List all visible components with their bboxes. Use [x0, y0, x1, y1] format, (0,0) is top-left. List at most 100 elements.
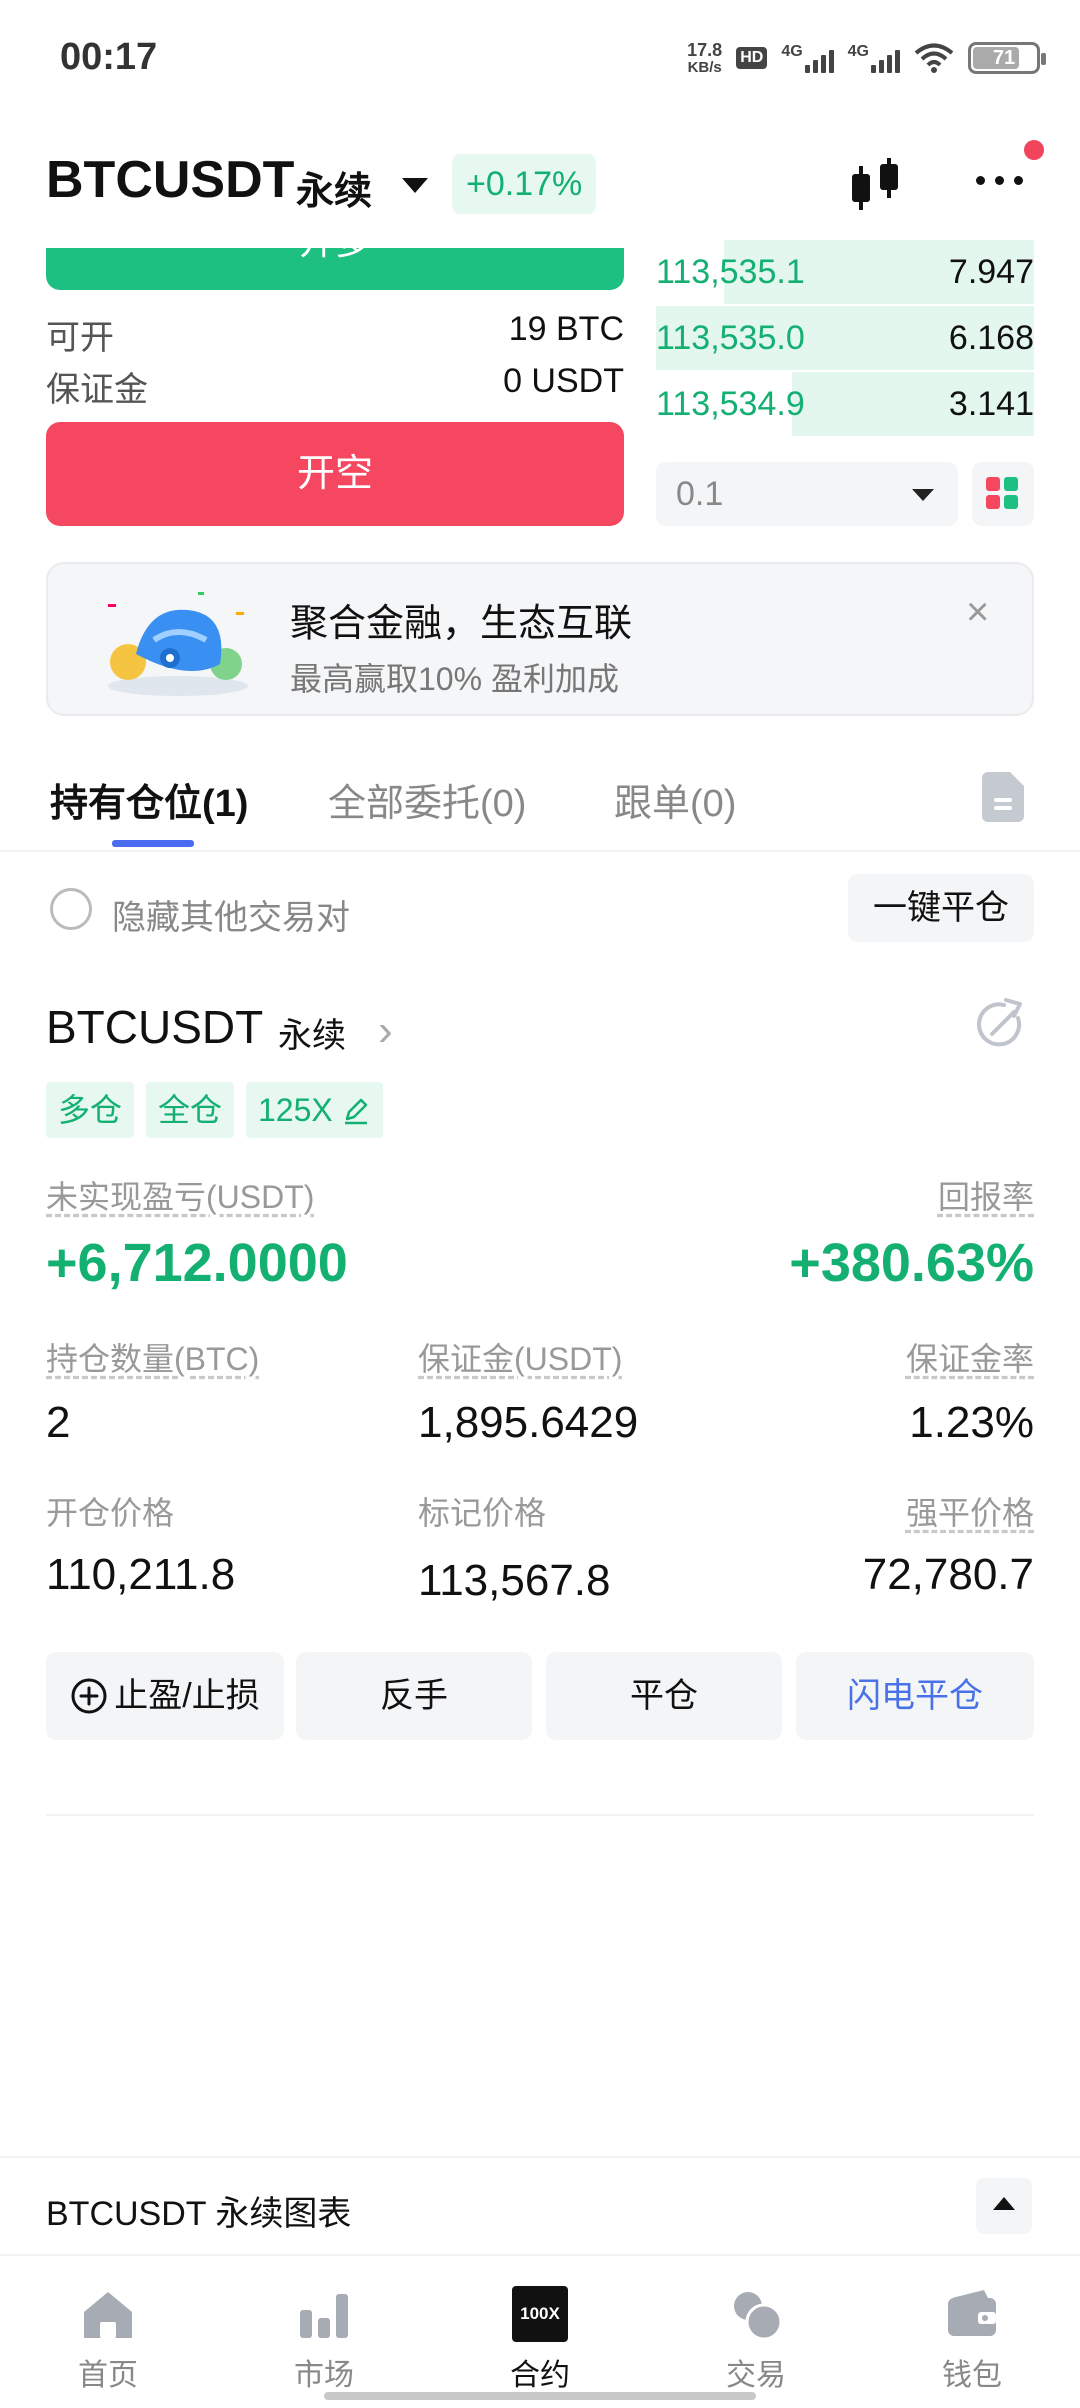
entry-price-label: 开仓价格 [46, 1495, 175, 1531]
promo-banner[interactable]: 聚合金融，生态互联 最高赢取10% 盈利加成 × [46, 562, 1034, 716]
hide-others-checkbox[interactable] [50, 888, 92, 930]
orderbook-price: 113,535.0 [656, 318, 805, 357]
home-icon [84, 2292, 132, 2338]
margin-label: 保证金 [46, 371, 148, 409]
margin-ratio-label[interactable]: 保证金率 [906, 1334, 1034, 1380]
chart-panel-title: BTCUSDT 永续图表 [46, 2195, 352, 2233]
chevron-down-icon [912, 489, 934, 501]
signal-2-icon: 4G [848, 43, 900, 73]
edit-icon [344, 1098, 367, 1125]
orderbook-qty: 3.141 [948, 384, 1034, 423]
position-pair[interactable]: BTCUSDT [46, 1000, 263, 1054]
document-icon[interactable] [982, 772, 1024, 822]
quantity-select[interactable]: 0.1 [656, 462, 958, 526]
tab-orders[interactable]: 全部委托(0) [328, 772, 526, 827]
share-icon[interactable] [974, 998, 1028, 1052]
tag-cross: 全仓 [146, 1082, 235, 1138]
leverage-value: 125X [258, 1092, 333, 1128]
close-icon[interactable]: × [966, 590, 989, 635]
contract-type[interactable]: 永续 [296, 160, 372, 215]
hd-icon: HD [736, 47, 768, 69]
open-long-button[interactable]: 开多 [46, 248, 624, 290]
orderbook-price: 113,535.1 [656, 252, 805, 291]
orderbook-layout-icon[interactable] [972, 462, 1034, 526]
open-short-button[interactable]: 开空 [46, 422, 624, 526]
nav-market[interactable]: 市场 [216, 2258, 432, 2408]
futures-badge: 100X [520, 2304, 560, 2323]
net-speed: 17.8 KB/s [687, 40, 722, 76]
orderbook-price: 113,534.9 [656, 384, 805, 423]
nav-market-label: 市场 [294, 2359, 354, 2392]
orderbook-row[interactable]: 113,535.1 7.947 [656, 240, 1034, 304]
banner-title: 聚合金融，生态互联 [290, 603, 633, 645]
nav-wallet[interactable]: 钱包 [864, 2258, 1080, 2408]
roe-value: +380.63% [789, 1233, 1034, 1293]
orderbook-qty: 7.947 [948, 252, 1034, 291]
promo-illustration-icon [108, 592, 248, 696]
battery-level: 71 [992, 46, 1016, 69]
available-value: 19 BTC [508, 310, 624, 348]
mark-price-value: 113,567.8 [418, 1556, 611, 1605]
candlestick-icon[interactable] [846, 156, 906, 216]
nav-home-label: 首页 [78, 2359, 138, 2392]
hide-others-label[interactable]: 隐藏其他交易对 [112, 890, 350, 939]
add-circle-icon [71, 1678, 107, 1714]
orderbook-row[interactable]: 113,535.0 6.168 [656, 306, 1034, 370]
position-size-label[interactable]: 持仓数量(BTC) [46, 1334, 259, 1380]
position-margin-value: 1,895.6429 [418, 1398, 639, 1447]
orderbook-row[interactable]: 113,534.9 3.141 [656, 372, 1034, 436]
mark-price-label: 标记价格 [418, 1495, 547, 1531]
divider [46, 1814, 1034, 1816]
battery-icon: 71 [968, 42, 1046, 74]
trade-icon [734, 2292, 783, 2341]
price-change-badge: +0.17% [452, 154, 597, 214]
chart-panel-bar[interactable]: BTCUSDT 永续图表 [0, 2156, 1080, 2256]
nav-home[interactable]: 首页 [0, 2258, 216, 2408]
active-tab-indicator [112, 840, 194, 847]
market-icon [300, 2294, 348, 2338]
banner-subtitle: 最高赢取10% 盈利加成 [290, 661, 619, 697]
position-margin-label[interactable]: 保证金(USDT) [418, 1334, 622, 1380]
more-icon[interactable] [976, 176, 1023, 185]
bottom-nav: 首页 市场 100X 合约 交易 钱包 [0, 2258, 1080, 2408]
chevron-right-icon[interactable]: › [378, 1006, 393, 1056]
liquidation-price-value: 72,780.7 [862, 1550, 1034, 1599]
nav-trade[interactable]: 交易 [648, 2258, 864, 2408]
wallet-icon [948, 2290, 996, 2336]
flash-close-button[interactable]: 闪电平仓 [796, 1652, 1034, 1740]
unrealized-pnl-value: +6,712.0000 [46, 1233, 348, 1293]
quantity-select-value: 0.1 [676, 475, 724, 513]
wifi-icon [914, 43, 954, 73]
tp-sl-button[interactable]: 止盈/止损 [46, 1652, 284, 1740]
orderbook-qty: 6.168 [948, 318, 1034, 357]
tag-long: 多仓 [46, 1082, 135, 1138]
nav-futures[interactable]: 100X 合约 [432, 2258, 648, 2408]
close-all-button[interactable]: 一键平仓 [848, 874, 1034, 942]
close-position-button[interactable]: 平仓 [546, 1652, 782, 1740]
roe-label[interactable]: 回报率 [938, 1172, 1034, 1218]
unrealized-pnl-label[interactable]: 未实现盈亏(USDT) [46, 1172, 314, 1218]
status-time: 00:17 [60, 36, 158, 78]
chevron-up-icon[interactable] [976, 2178, 1032, 2234]
position-size-value: 2 [46, 1398, 71, 1447]
tab-copy-trading[interactable]: 跟单(0) [614, 772, 736, 827]
nav-wallet-label: 钱包 [942, 2359, 1002, 2392]
tab-positions[interactable]: 持有仓位(1) [50, 772, 248, 827]
nav-trade-label: 交易 [726, 2359, 786, 2392]
margin-value: 0 USDT [503, 362, 624, 400]
position-contract-type: 永续 [278, 1017, 346, 1055]
available-label: 可开 [46, 319, 114, 357]
signal-1-icon: 4G [781, 43, 834, 73]
pair-dropdown-icon[interactable] [402, 178, 428, 193]
reverse-button[interactable]: 反手 [296, 1652, 532, 1740]
status-bar: 00:17 17.8 KB/s HD 4G 4G 71 [0, 0, 1080, 120]
net-speed-unit: KB/s [687, 59, 722, 76]
leverage-tag[interactable]: 125X [246, 1082, 383, 1138]
net-speed-value: 17.8 [687, 40, 723, 60]
tp-sl-label: 止盈/止损 [114, 1677, 260, 1715]
pair-title[interactable]: BTCUSDT [46, 150, 294, 210]
nav-futures-label: 合约 [510, 2359, 570, 2392]
entry-price-value: 110,211.8 [46, 1550, 236, 1599]
futures-icon: 100X [512, 2286, 568, 2342]
liquidation-price-label[interactable]: 强平价格 [906, 1488, 1034, 1534]
